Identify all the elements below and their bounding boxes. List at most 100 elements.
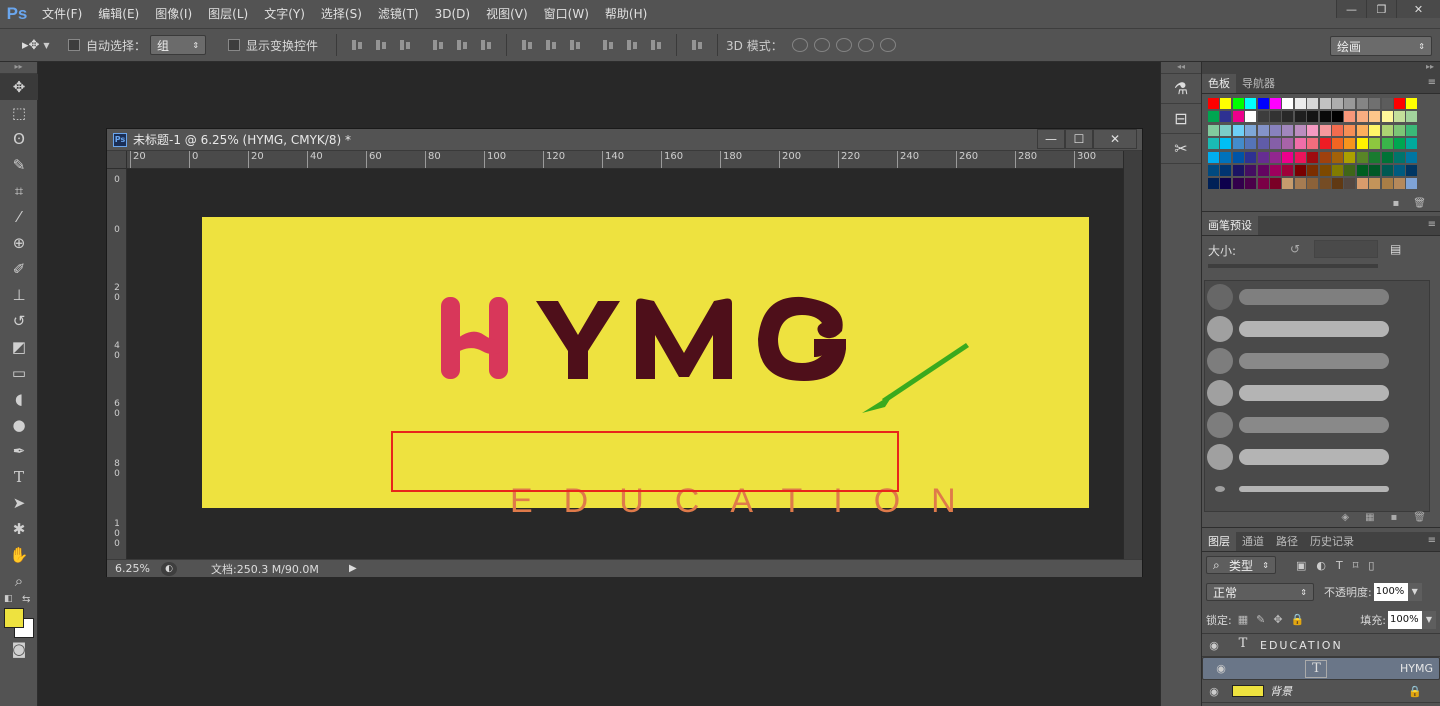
brush-preset[interactable] [1205,441,1429,473]
distribute-vcenter-icon[interactable] [544,38,558,52]
swatch[interactable] [1245,165,1257,176]
status-info-icon[interactable]: ◐ [161,561,177,576]
pan-3d-icon[interactable] [835,38,852,52]
swatch[interactable] [1381,138,1393,150]
swatch[interactable] [1282,138,1294,150]
swatch[interactable] [1332,178,1343,190]
swatch[interactable] [1270,124,1281,136]
swatch[interactable] [1257,124,1269,136]
move-tool-icon[interactable]: ✥ [0,74,38,100]
swatch[interactable] [1294,124,1306,136]
blur-tool-icon[interactable]: ◖ [0,386,38,412]
auto-select-checkbox[interactable] [68,39,80,51]
layer-filter-dropdown[interactable]: ⌕ 类型 ⇕ [1206,556,1276,574]
shape-tool-icon[interactable]: ✱ [0,516,38,542]
horizontal-ruler[interactable]: 20 0 20 40 60 80 100 120 140 160 180 200 220 240 260 28… [127,151,1123,169]
swatch[interactable] [1307,151,1319,163]
swatch[interactable] [1282,124,1294,136]
swatch[interactable] [1381,151,1393,163]
visibility-eye-icon[interactable]: ◉ [1202,639,1226,652]
swatch[interactable] [1307,138,1319,150]
brush-preset[interactable] [1205,345,1429,377]
auto-select-dropdown[interactable]: 组 ⇕ [150,35,207,55]
swatch[interactable] [1232,151,1244,163]
menu-item[interactable]: 视图(V) [478,0,536,28]
close-button[interactable]: ✕ [1396,0,1440,18]
swatch[interactable] [1208,151,1219,163]
distribute-bottom-icon[interactable] [568,38,582,52]
swatch[interactable] [1294,178,1306,190]
swatch[interactable] [1257,98,1269,109]
swatch[interactable] [1282,98,1294,109]
swatch[interactable] [1369,151,1381,163]
vertical-ruler[interactable]: 0 0 20 40 60 80 100 [107,169,127,559]
swatch[interactable] [1344,98,1356,109]
slide-3d-icon[interactable] [857,38,874,52]
new-swatch-icon[interactable]: ▪ [1393,198,1400,209]
swatch[interactable] [1332,98,1343,109]
layer-row-selected[interactable]: ◉ T HYMG [1202,657,1440,680]
swatch[interactable] [1381,165,1393,176]
brush-panel-icon[interactable]: ✂ [1161,134,1201,164]
panel-menu-icon[interactable]: ≡ [1428,77,1436,88]
brush-size-slider[interactable] [1208,264,1378,268]
menu-item[interactable]: 图像(I) [147,0,200,28]
panel-menu-icon[interactable]: ≡ [1428,219,1436,230]
zoom-tool-icon[interactable]: ⌕ [0,568,38,594]
swatch[interactable] [1270,151,1281,163]
history-brush-tool-icon[interactable]: ↺ [0,308,38,334]
swatch[interactable] [1332,138,1343,150]
layer-row[interactable]: ◉ T EDUCATION [1202,634,1440,657]
panel-grip-icon[interactable]: ◂◂ [1161,62,1201,74]
dodge-tool-icon[interactable]: ● [0,412,38,438]
swatch[interactable] [1270,111,1281,123]
swatch[interactable] [1232,178,1244,190]
tab-history[interactable]: 历史记录 [1304,532,1360,551]
swatch[interactable] [1381,178,1393,190]
swatch[interactable] [1356,124,1368,136]
delete-swatch-icon[interactable]: 🗑 [1413,198,1426,209]
path-select-tool-icon[interactable]: ➤ [0,490,38,516]
swatch[interactable] [1394,98,1405,109]
swatch[interactable] [1344,178,1356,190]
quick-mask-icon[interactable]: ◙ [0,636,38,662]
swatch[interactable] [1257,178,1269,190]
swatch[interactable] [1220,98,1232,109]
opacity-dropdown-icon[interactable]: ▼ [1407,583,1422,601]
swatch[interactable] [1394,111,1405,123]
panel-grip-icon[interactable]: ▸▸ [0,62,37,74]
brush-size-input[interactable] [1314,240,1378,258]
tab-layers[interactable]: 图层 [1202,532,1236,551]
distribute-left-icon[interactable] [601,38,615,52]
swatch[interactable] [1381,124,1393,136]
swatch[interactable] [1319,111,1331,123]
move-tool-preset[interactable]: ▸✥ ▼ [0,28,64,62]
swatch[interactable] [1245,124,1257,136]
layer-row[interactable]: ◉ 背景 🔒 [1202,680,1440,703]
swatch[interactable] [1406,124,1418,136]
distribute-right-icon[interactable] [649,38,663,52]
swatch[interactable] [1307,124,1319,136]
menu-item[interactable]: 窗口(W) [536,0,597,28]
swatch[interactable] [1282,111,1294,123]
tool-presets-panel-icon[interactable]: ⊟ [1161,104,1201,134]
swatch[interactable] [1319,98,1331,109]
swatch[interactable] [1307,98,1319,109]
swatch[interactable] [1245,111,1257,123]
doc-restore-button[interactable]: ☐ [1065,129,1093,149]
swatch[interactable] [1369,178,1381,190]
menu-item[interactable]: 帮助(H) [597,0,655,28]
foreground-color[interactable] [4,608,24,628]
swatch[interactable] [1406,111,1418,123]
swatch[interactable] [1369,124,1381,136]
swatch[interactable] [1257,138,1269,150]
swatch[interactable] [1257,165,1269,176]
swatch[interactable] [1232,124,1244,136]
swatch[interactable] [1344,124,1356,136]
tab-channels[interactable]: 通道 [1236,532,1270,551]
swatch[interactable] [1356,138,1368,150]
menu-item[interactable]: 图层(L) [200,0,256,28]
healing-brush-tool-icon[interactable]: ⊕ [0,230,38,256]
brush-tool-icon[interactable]: ✐ [0,256,38,282]
swatch[interactable] [1332,124,1343,136]
